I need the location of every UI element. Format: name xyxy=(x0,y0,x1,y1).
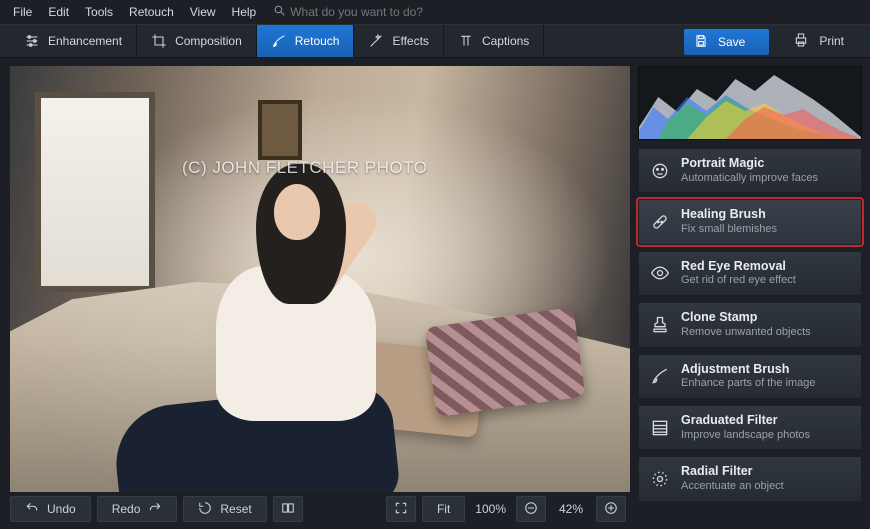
image-watermark: (C) JOHN FLETCHER PHOTO xyxy=(182,158,427,178)
reset-label: Reset xyxy=(220,502,251,516)
tab-retouch[interactable]: Retouch xyxy=(256,25,354,57)
menu-edit[interactable]: Edit xyxy=(41,2,76,22)
minus-icon xyxy=(524,501,538,518)
tab-enhancement[interactable]: Enhancement xyxy=(10,25,136,57)
tool-title: Healing Brush xyxy=(681,207,777,223)
save-icon xyxy=(694,34,708,51)
tool-title: Adjustment Brush xyxy=(681,362,816,378)
bottom-bar: Undo Redo Reset Fit 100% xyxy=(0,496,636,528)
print-button[interactable]: Print xyxy=(777,25,860,57)
fit-screen-button[interactable] xyxy=(386,496,416,522)
compare-button[interactable] xyxy=(273,496,303,522)
zoom-in-button[interactable] xyxy=(596,496,626,522)
brush-icon xyxy=(649,365,671,387)
menu-tools[interactable]: Tools xyxy=(78,2,120,22)
tab-label: Retouch xyxy=(295,34,340,48)
retouch-tool-list: Portrait Magic Automatically improve fac… xyxy=(638,148,862,502)
stamp-icon xyxy=(649,314,671,336)
tool-desc: Enhance parts of the image xyxy=(681,377,816,391)
main-toolbar: Enhancement Composition Retouch Effects xyxy=(0,24,870,58)
fit-button[interactable]: Fit xyxy=(422,496,465,522)
tool-graduated-filter[interactable]: Graduated Filter Improve landscape photo… xyxy=(638,405,862,450)
sliders-icon xyxy=(24,33,40,49)
scene-subject xyxy=(146,136,396,466)
tool-radial-filter[interactable]: Radial Filter Accentuate an object xyxy=(638,456,862,501)
tool-desc: Fix small blemishes xyxy=(681,223,777,237)
search-field[interactable] xyxy=(273,4,490,20)
brush-icon xyxy=(271,33,287,49)
tool-title: Clone Stamp xyxy=(681,310,811,326)
fit-label: Fit xyxy=(437,502,450,516)
tool-adjustment-brush[interactable]: Adjustment Brush Enhance parts of the im… xyxy=(638,354,862,399)
menu-view[interactable]: View xyxy=(183,2,223,22)
zoom-display: 100% xyxy=(471,502,510,516)
reset-button[interactable]: Reset xyxy=(183,496,266,522)
redo-label: Redo xyxy=(112,502,141,516)
tab-effects[interactable]: Effects xyxy=(353,25,442,57)
tool-desc: Accentuate an object xyxy=(681,480,784,494)
search-icon xyxy=(273,4,286,20)
plus-icon xyxy=(604,501,618,518)
scene-window xyxy=(35,92,155,292)
print-icon xyxy=(793,32,809,51)
radial-icon xyxy=(649,468,671,490)
redo-icon xyxy=(148,501,162,518)
menu-retouch[interactable]: Retouch xyxy=(122,2,181,22)
save-label: Save xyxy=(718,35,745,49)
fullscreen-icon xyxy=(394,501,408,518)
face-icon xyxy=(649,160,671,182)
tool-desc: Get rid of red eye effect xyxy=(681,274,796,288)
tab-label: Composition xyxy=(175,34,242,48)
tool-title: Radial Filter xyxy=(681,464,784,480)
tool-title: Portrait Magic xyxy=(681,156,818,172)
tab-label: Captions xyxy=(482,34,529,48)
undo-button[interactable]: Undo xyxy=(10,496,91,522)
tool-healing-brush[interactable]: Healing Brush Fix small blemishes xyxy=(638,199,862,244)
redo-button[interactable]: Redo xyxy=(97,496,178,522)
tool-title: Graduated Filter xyxy=(681,413,810,429)
undo-label: Undo xyxy=(47,502,76,516)
tab-label: Effects xyxy=(392,34,428,48)
menu-help[interactable]: Help xyxy=(225,2,264,22)
save-button[interactable]: Save xyxy=(684,29,769,55)
tool-red-eye[interactable]: Red Eye Removal Get rid of red eye effec… xyxy=(638,251,862,296)
tab-composition[interactable]: Composition xyxy=(136,25,256,57)
image-canvas[interactable]: (C) JOHN FLETCHER PHOTO xyxy=(10,66,630,492)
tool-tabs: Enhancement Composition Retouch Effects xyxy=(10,25,544,57)
workspace: (C) JOHN FLETCHER PHOTO Undo Redo Reset xyxy=(0,58,870,528)
tool-desc: Remove unwanted objects xyxy=(681,326,811,340)
gradient-icon xyxy=(649,417,671,439)
tool-desc: Improve landscape photos xyxy=(681,429,810,443)
compare-icon xyxy=(281,501,295,518)
menu-file[interactable]: File xyxy=(6,2,39,22)
tool-portrait-magic[interactable]: Portrait Magic Automatically improve fac… xyxy=(638,148,862,193)
tool-clone-stamp[interactable]: Clone Stamp Remove unwanted objects xyxy=(638,302,862,347)
bandage-icon xyxy=(649,211,671,233)
zoom-out-button[interactable] xyxy=(516,496,546,522)
right-panel: Portrait Magic Automatically improve fac… xyxy=(636,58,870,528)
wand-icon xyxy=(368,33,384,49)
search-input[interactable] xyxy=(290,5,490,19)
crop-icon xyxy=(151,33,167,49)
editor-column: (C) JOHN FLETCHER PHOTO Undo Redo Reset xyxy=(0,58,636,528)
tool-title: Red Eye Removal xyxy=(681,259,796,275)
reset-icon xyxy=(198,501,212,518)
tab-captions[interactable]: Captions xyxy=(443,25,544,57)
menu-bar: File Edit Tools Retouch View Help xyxy=(0,0,870,24)
tab-label: Enhancement xyxy=(48,34,122,48)
eye-icon xyxy=(649,262,671,284)
tool-desc: Automatically improve faces xyxy=(681,172,818,186)
histogram xyxy=(638,66,862,140)
zoom-slider-value: 42% xyxy=(552,502,590,516)
print-label: Print xyxy=(819,34,844,48)
undo-icon xyxy=(25,501,39,518)
text-icon xyxy=(458,33,474,49)
